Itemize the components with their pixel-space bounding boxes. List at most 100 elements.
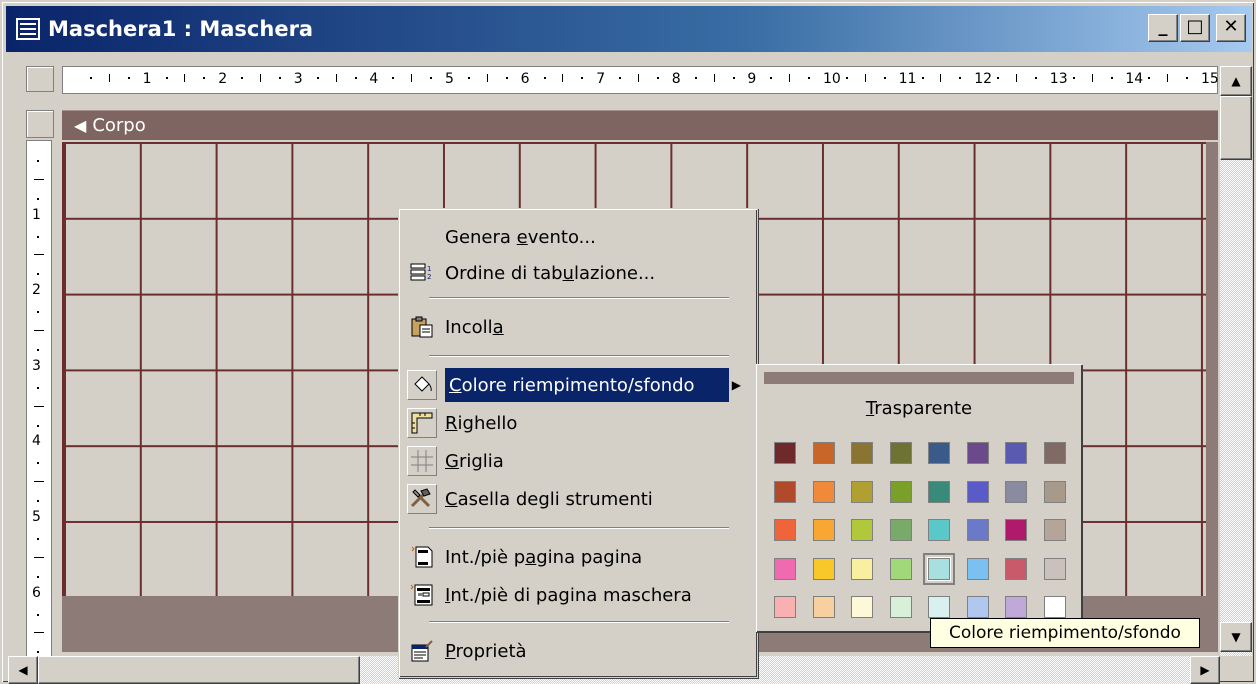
color-swatch[interactable] (851, 596, 873, 618)
menu-item-label: Incolla (445, 316, 504, 338)
ruler-tick (959, 77, 962, 79)
menu-item-casella-strumenti[interactable]: Casella degli strumenti (403, 481, 755, 517)
menu-item-label: Ordine di tabulazione... (445, 262, 656, 284)
color-swatch[interactable] (889, 596, 912, 618)
color-swatch[interactable] (928, 442, 950, 464)
color-swatch[interactable] (1043, 557, 1066, 580)
ruler-tick (732, 77, 735, 79)
color-swatch[interactable] (1005, 519, 1027, 541)
menu-item-genera-evento[interactable]: Genera evento... (403, 219, 755, 255)
title-bar[interactable]: Maschera1 : Maschera _ □ ✕ (6, 6, 1252, 52)
color-swatch[interactable] (928, 596, 950, 618)
transparent-option[interactable]: Trasparente (756, 398, 1082, 419)
svg-text:2: 2 (427, 273, 431, 281)
menu-item-label: Int./piè di pagina maschera (445, 584, 692, 606)
section-selector[interactable] (26, 110, 54, 138)
tab-order-icon: 12 (407, 258, 437, 288)
color-swatch[interactable] (966, 596, 989, 618)
color-swatch[interactable] (889, 480, 912, 503)
ruler-tick (770, 77, 773, 79)
menu-item-proprieta[interactable]: Proprietà (403, 633, 755, 669)
ruler-tick (1034, 77, 1037, 79)
ruler-tick (260, 74, 261, 82)
maximize-button[interactable]: □ (1180, 14, 1210, 42)
ruler-tick (864, 74, 866, 82)
ruler-tick (921, 77, 924, 79)
menu-item-label: Int./piè pagina pagina (445, 546, 643, 568)
color-swatch[interactable] (812, 442, 835, 464)
color-swatch[interactable] (851, 480, 873, 503)
section-header-corpo[interactable]: ◀ Corpo (62, 110, 1218, 140)
paste-icon (407, 312, 437, 342)
color-swatch[interactable] (1005, 557, 1027, 580)
color-swatch[interactable] (1043, 519, 1066, 541)
color-swatch[interactable] (812, 480, 835, 503)
ruler-tick (619, 77, 622, 79)
color-swatch[interactable] (889, 519, 912, 541)
color-swatch[interactable] (928, 480, 950, 503)
color-swatch[interactable] (1005, 596, 1027, 618)
menu-item-int-pie-maschera[interactable]: Int./piè di pagina maschera (403, 577, 755, 613)
color-swatch[interactable] (889, 442, 912, 464)
page-header-icon (407, 542, 437, 572)
color-swatch[interactable] (966, 557, 989, 580)
scroll-right-button[interactable]: ▶ (1190, 656, 1220, 684)
close-button[interactable]: ✕ (1216, 14, 1246, 42)
ruler-tick (354, 77, 357, 79)
transparent-mnemonic: T (865, 398, 875, 419)
color-swatch[interactable] (851, 519, 873, 541)
color-swatch[interactable] (889, 557, 912, 580)
color-swatch[interactable] (774, 442, 796, 464)
horizontal-ruler[interactable]: 1 2 3 4 5 6 7 8 9 10 11 12 13 14 15 (62, 66, 1244, 94)
scroll-left-button[interactable]: ◀ (8, 656, 38, 684)
color-swatch[interactable] (812, 519, 835, 541)
ruler-tick (656, 77, 659, 79)
palette-drag-bar[interactable] (764, 372, 1074, 384)
color-swatch[interactable] (1043, 596, 1066, 618)
color-swatch[interactable] (966, 519, 989, 541)
submenu-arrow-icon: ▶ (731, 378, 741, 392)
color-swatch[interactable] (966, 442, 989, 464)
horizontal-scroll-thumb[interactable] (38, 656, 360, 684)
ruler-tick (241, 77, 244, 79)
color-swatch[interactable] (812, 557, 835, 580)
ruler-tick (37, 500, 39, 503)
ruler-tick (467, 77, 470, 79)
ruler-tick (335, 74, 337, 82)
menu-item-colore-riempimento[interactable]: Colore riempimento/sfondo ▶ (403, 367, 755, 403)
color-swatch[interactable] (774, 480, 796, 503)
color-swatch[interactable] (851, 557, 873, 580)
color-swatch[interactable] (1043, 480, 1066, 503)
menu-item-ordine-tabulazione[interactable]: 1 2 Ordine di tabulazione... (403, 255, 755, 291)
design-area-outside-right (1206, 142, 1218, 652)
ruler-number: 10 (823, 71, 841, 87)
color-swatch[interactable] (1043, 442, 1066, 464)
color-swatch[interactable] (812, 596, 835, 618)
color-swatch[interactable] (851, 442, 873, 464)
color-swatch[interactable] (774, 596, 796, 618)
color-swatch[interactable] (774, 519, 796, 541)
ruler-number: 4 (32, 433, 41, 450)
color-swatch[interactable] (774, 557, 796, 580)
menu-separator (429, 621, 729, 623)
color-swatch[interactable] (966, 480, 989, 503)
color-swatch[interactable] (1005, 480, 1027, 503)
menu-item-griglia[interactable]: Griglia (403, 443, 755, 479)
color-swatch[interactable] (928, 519, 950, 541)
menu-item-incolla[interactable]: Incolla (403, 309, 755, 345)
ruler-tick (34, 481, 44, 483)
ruler-corner[interactable] (26, 66, 54, 92)
vertical-scroll-thumb[interactable] (1220, 96, 1252, 160)
color-swatch[interactable] (1005, 442, 1027, 464)
color-swatch[interactable] (923, 552, 955, 585)
scroll-down-button[interactable]: ▼ (1220, 622, 1252, 652)
scroll-up-button[interactable]: ▲ (1220, 66, 1252, 96)
menu-separator (429, 527, 729, 529)
ruler-tick (1072, 77, 1075, 79)
vertical-ruler[interactable]: 1 2 3 4 5 6 (26, 140, 52, 658)
menu-item-righello[interactable]: Righello (403, 405, 755, 441)
minimize-button[interactable]: _ (1148, 14, 1178, 42)
ruler-tick (34, 330, 44, 331)
ruler-tick (127, 77, 130, 79)
menu-item-int-pie-pagina[interactable]: Int./piè pagina pagina (403, 539, 755, 575)
